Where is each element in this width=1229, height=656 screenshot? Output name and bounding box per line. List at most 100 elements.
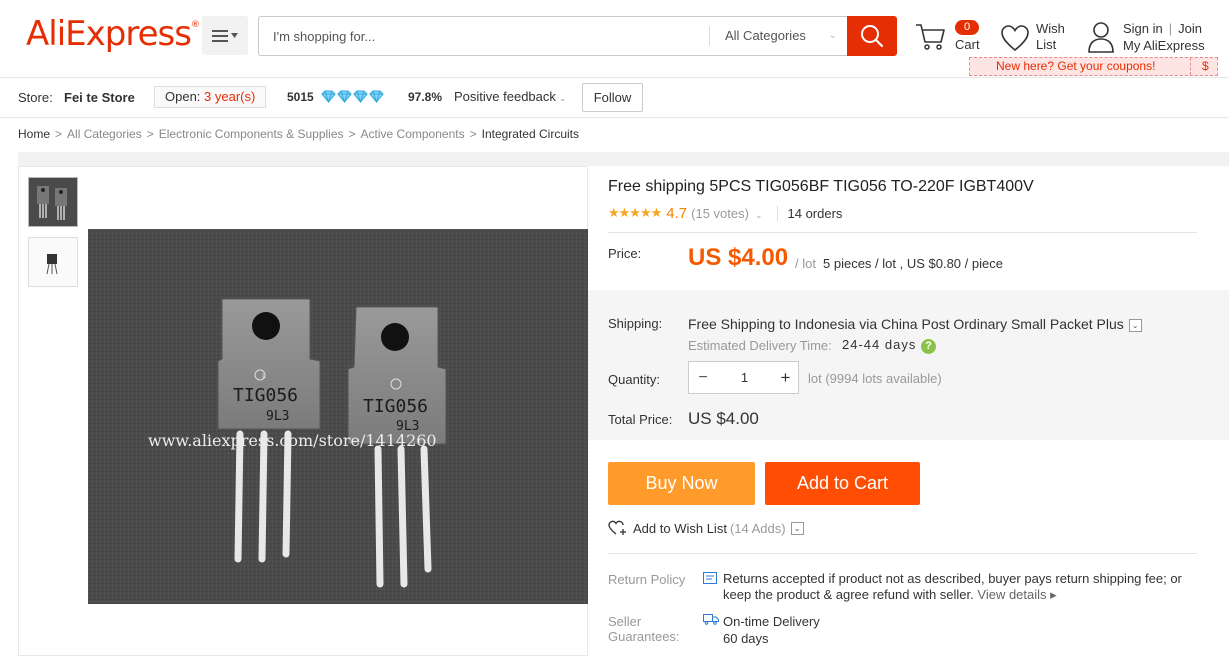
store-name-link[interactable]: Fei te Store (64, 90, 135, 105)
store-label: Store: (18, 90, 53, 105)
wish-list-adds-count: (14 Adds) (729, 520, 786, 536)
divider (608, 232, 1197, 233)
store-open-years: 3 year(s) (204, 89, 256, 104)
product-info: Free shipping 5PCS TIG056BF TIG056 TO-22… (588, 166, 1229, 656)
breadcrumb-all-categories[interactable]: All Categories (67, 127, 142, 141)
breadcrumb-separator: > (146, 127, 154, 141)
return-policy-label: Return Policy (608, 572, 686, 587)
wish-label-line2: List (1036, 37, 1057, 52)
quantity-available: lot (9994 lots available) (808, 371, 942, 386)
photo-watermark: www.aliexpress.com/store/1414260 (148, 431, 437, 450)
view-details-link[interactable]: View details ▸ (977, 587, 1056, 602)
store-rank-diamonds[interactable] (321, 90, 384, 103)
thumbnail-2[interactable] (28, 237, 78, 287)
feedback-percent: 97.8% (408, 90, 443, 104)
product-diagram-thumbnail (29, 238, 77, 286)
cart-link[interactable]: 0 Cart (915, 18, 985, 58)
breadcrumb-active-components[interactable]: Active Components (361, 127, 465, 141)
quantity-decrease-button[interactable]: − (689, 362, 717, 393)
product-thumbnail-image (29, 178, 77, 226)
my-aliexpress-link[interactable]: My AliExpress (1123, 38, 1205, 53)
hamburger-icon (212, 29, 228, 42)
join-link[interactable]: Join (1178, 21, 1202, 36)
search-input[interactable] (273, 17, 703, 55)
breadcrumb: Home > All Categories > Electronic Compo… (18, 127, 579, 141)
return-policy-description: Returns accepted if product not as descr… (723, 571, 1182, 602)
quantity-increase-button[interactable]: + (772, 362, 799, 393)
guarantee-line-1: On-time Delivery (723, 614, 820, 629)
heart-plus-icon (608, 520, 626, 535)
search-button[interactable] (847, 16, 897, 56)
wish-list-link[interactable]: Wish List (1000, 20, 1075, 60)
logo-registered-mark: ® (190, 20, 200, 30)
quantity-input[interactable]: 1 (717, 362, 772, 393)
total-price-value: US $4.00 (688, 409, 759, 428)
shipping-method-dropdown[interactable]: Free Shipping to Indonesia via China Pos… (688, 316, 1142, 332)
product-photo: L TIG056 9L3 TIG056 9L3 www.aliexpress.c… (88, 229, 588, 604)
follow-button[interactable]: Follow (582, 83, 643, 112)
breadcrumb-separator: > (55, 127, 63, 141)
product-title: Free shipping 5PCS TIG056BF TIG056 TO-22… (608, 178, 1034, 195)
store-open-prefix: Open: (165, 89, 201, 104)
cart-label: Cart (955, 37, 980, 52)
feedback-label: Positive feedback (454, 89, 556, 104)
breadcrumb-home[interactable]: Home (18, 127, 50, 141)
logo-text: AliExpress (26, 14, 192, 54)
buy-now-button[interactable]: Buy Now (608, 462, 755, 505)
store-bar: Store: Fei te Store Open: 3 year(s) 5015… (0, 78, 1229, 118)
estimated-delivery-label: Estimated Delivery Time: (688, 338, 832, 353)
account-area: Sign in | Join My AliExpress (1088, 20, 1218, 60)
diamond-icon (337, 90, 352, 103)
diamond-icon (353, 90, 368, 103)
estimated-delivery-value: 24-44 days (842, 337, 917, 352)
aliexpress-logo[interactable]: AliExpress® (26, 14, 200, 54)
chevron-down-icon: ⌄ (754, 209, 763, 220)
diamond-icon (321, 90, 336, 103)
category-select-label: All Categories (725, 28, 806, 43)
positive-feedback-dropdown[interactable]: Positive feedback ⌄ (454, 89, 566, 104)
rating-row: ★★★★★ 4.7 (15 votes) ⌄ 14 orders (608, 204, 842, 222)
total-price-label: Total Price: (608, 412, 673, 427)
category-select[interactable]: All Categories ⌄ (709, 26, 847, 46)
breadcrumb-separator: > (348, 127, 356, 141)
breadcrumb-electronic-components[interactable]: Electronic Components & Supplies (159, 127, 344, 141)
rating-stars: ★★★★★ (608, 205, 662, 220)
votes-count: (15 votes) (691, 205, 749, 221)
coupon-banner[interactable]: New here? Get your coupons! $ (969, 57, 1218, 76)
help-icon[interactable]: ? (921, 339, 936, 354)
guarantee-line-2: 60 days (723, 631, 769, 646)
search-icon (861, 25, 884, 48)
thumbnail-1[interactable] (28, 177, 78, 227)
search-bar: All Categories ⌄ (258, 16, 847, 56)
price-unit: / lot (795, 256, 816, 271)
shipping-label: Shipping: (608, 316, 663, 331)
chip-label-2: TIG056 (363, 396, 428, 417)
chevron-down-icon: ⌄ (1128, 318, 1142, 332)
add-to-cart-button[interactable]: Add to Cart (765, 462, 920, 505)
categories-menu-button[interactable] (202, 16, 248, 55)
price-label: Price: (608, 246, 642, 261)
quantity-label: Quantity: (608, 372, 661, 387)
sign-in-link[interactable]: Sign in (1123, 21, 1163, 36)
votes-dropdown[interactable]: (15 votes) ⌄ (691, 206, 762, 221)
seller-guarantee-text: On-time Delivery 60 days (723, 613, 820, 647)
coupon-dollar: $ (1190, 58, 1209, 75)
add-to-wish-list[interactable]: Add to Wish List (14 Adds) ⌄ (608, 520, 804, 536)
coupon-text: New here? Get your coupons! (996, 59, 1156, 73)
seller-guarantees-label: Seller Guarantees: (608, 614, 680, 644)
delivery-truck-icon (703, 614, 719, 625)
product-main: L TIG056 9L3 TIG056 9L3 www.aliexpress.c… (18, 152, 1229, 656)
heart-icon (1001, 25, 1029, 52)
price-per-piece: 5 pieces / lot , US $0.80 / piece (823, 256, 1003, 271)
store-open-duration: Open: 3 year(s) (154, 86, 267, 108)
orders-count: 14 orders (776, 205, 842, 221)
rating-value: 4.7 (666, 204, 688, 222)
chevron-down-icon[interactable]: ⌄ (790, 521, 804, 535)
wish-list-label: Add to Wish List (633, 520, 727, 536)
return-policy-text: Returns accepted if product not as descr… (723, 571, 1203, 603)
cart-icon (916, 24, 945, 50)
main-product-image[interactable]: L TIG056 9L3 TIG056 9L3 www.aliexpress.c… (88, 229, 588, 604)
breadcrumb-integrated-circuits[interactable]: Integrated Circuits (482, 127, 579, 141)
store-score: 5015 (287, 90, 314, 104)
shipping-method-text: Free Shipping to Indonesia via China Pos… (688, 316, 1124, 332)
